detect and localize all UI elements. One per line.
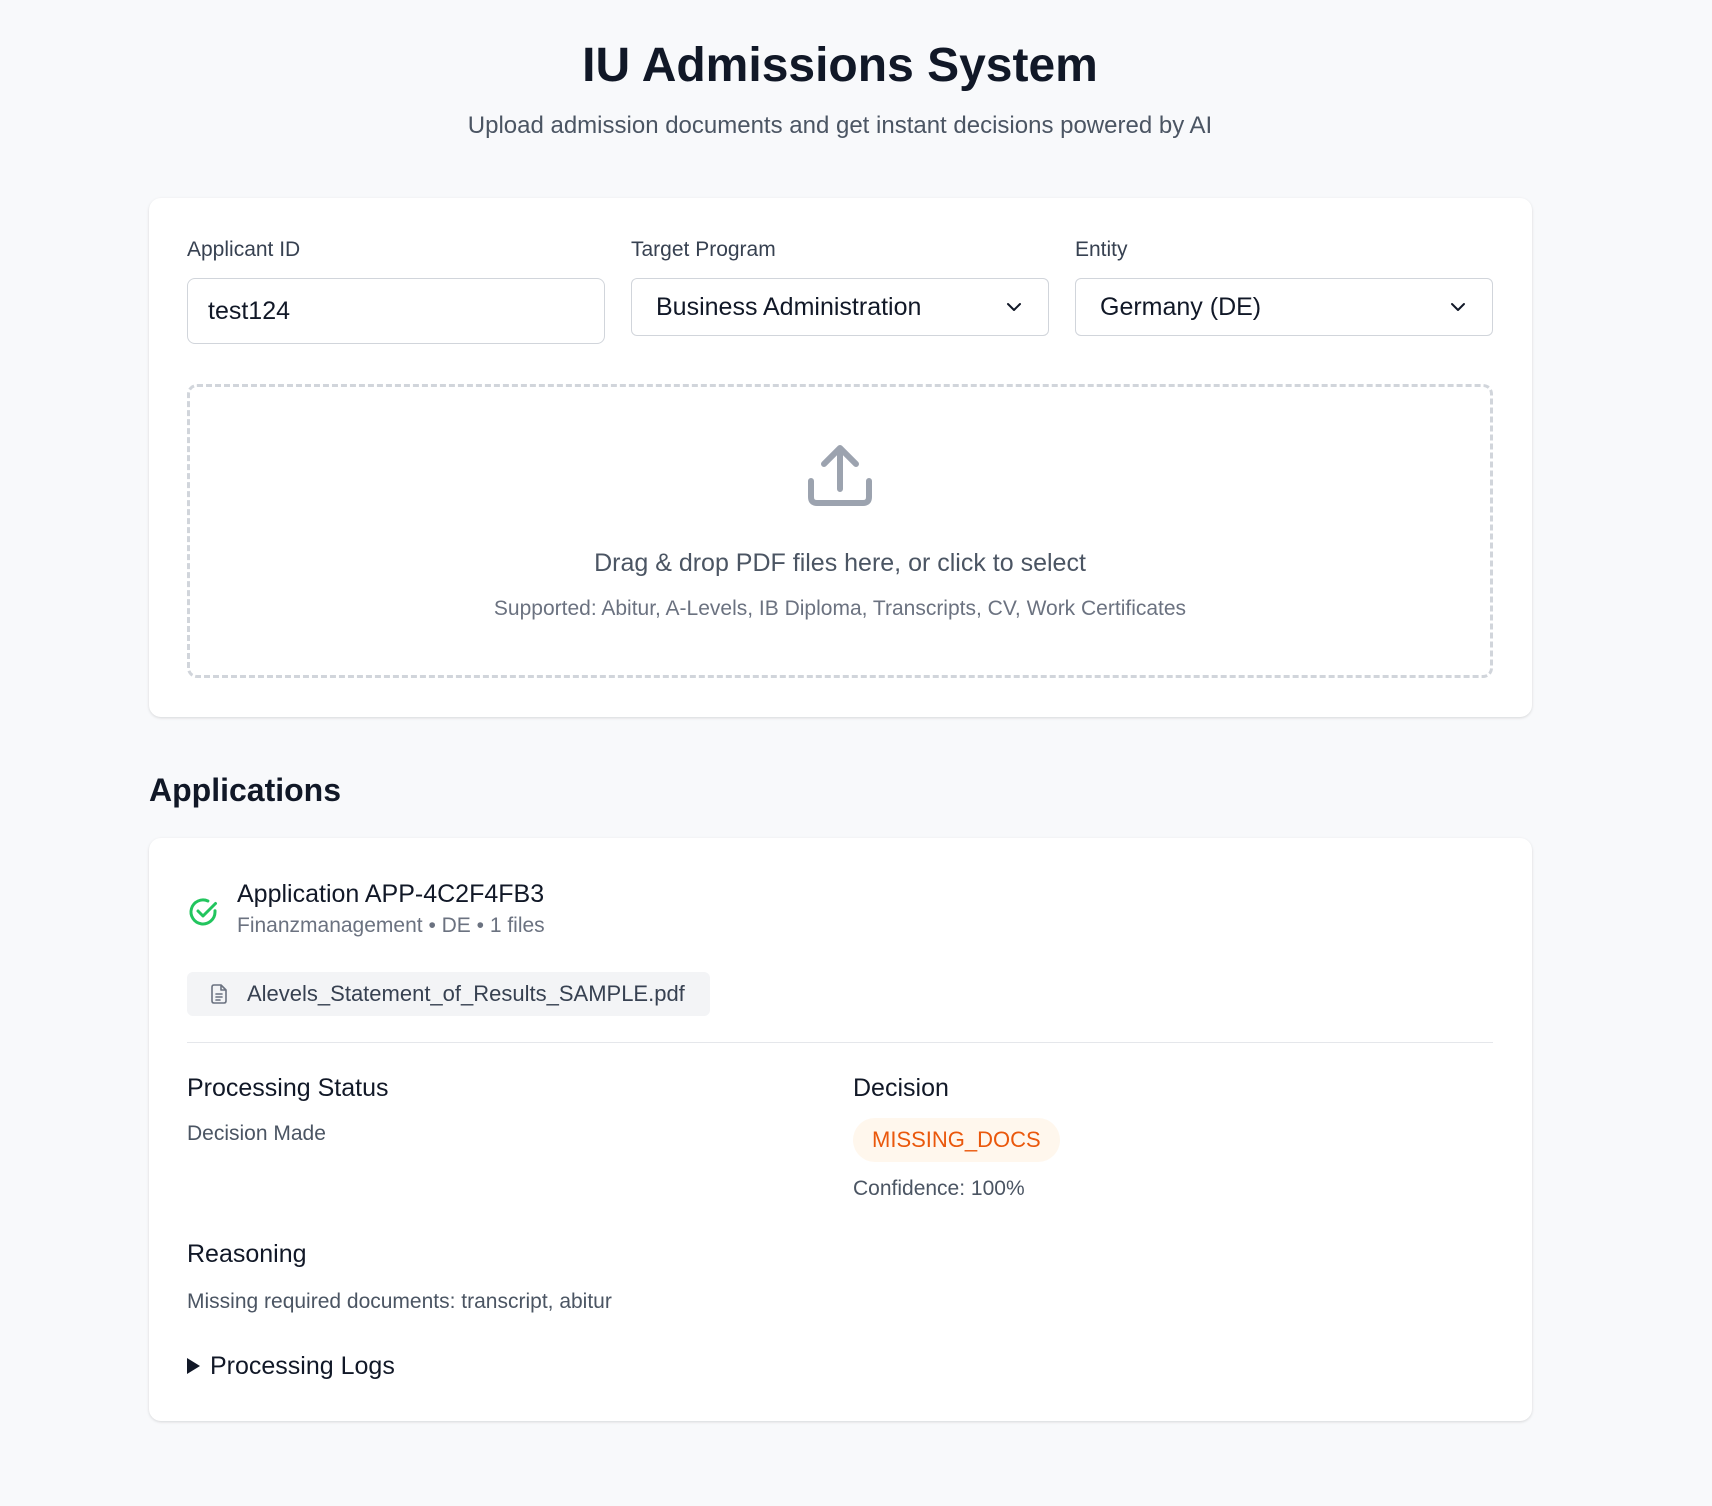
page-subtitle: Upload admission documents and get insta… <box>467 112 1213 139</box>
decision-badge: MISSING_DOCS <box>853 1118 1060 1162</box>
divider <box>187 1042 1493 1043</box>
file-name: Alevels_Statement_of_Results_SAMPLE.pdf <box>247 981 685 1006</box>
page-title: IU Admissions System <box>582 39 1098 92</box>
file-chip[interactable]: Alevels_Statement_of_Results_SAMPLE.pdf <box>187 972 710 1016</box>
entity-select[interactable]: Germany (DE) <box>1075 278 1493 336</box>
application-title: Application APP-4C2F4FB3 <box>237 880 545 908</box>
decision-label: Decision <box>853 1074 949 1102</box>
processing-status-value: Decision Made <box>187 1122 326 1145</box>
chevron-down-icon <box>1007 303 1021 311</box>
entity-label: Entity <box>1075 238 1128 261</box>
form-fields: Applicant ID test124 Target Program Busi… <box>187 236 1493 344</box>
dropzone-title: Drag & drop PDF files here, or click to … <box>594 549 1086 577</box>
check-circle-icon <box>189 898 217 926</box>
target-program-field: Target Program Business Administration <box>631 236 1049 344</box>
reasoning-block: Reasoning Missing required documents: tr… <box>187 1238 612 1316</box>
processing-logs-label: Processing Logs <box>210 1352 395 1380</box>
target-program-select[interactable]: Business Administration <box>631 278 1049 336</box>
application-heading: Application APP-4C2F4FB3 Finanzmanagemen… <box>237 878 545 940</box>
applications-heading: Applications <box>149 772 342 808</box>
target-program-label: Target Program <box>631 238 776 261</box>
target-program-value: Business Administration <box>656 292 922 321</box>
upload-card: Applicant ID test124 Target Program Busi… <box>149 198 1532 717</box>
entity-value: Germany (DE) <box>1100 292 1262 321</box>
application-card: Application APP-4C2F4FB3 Finanzmanagemen… <box>149 838 1532 1421</box>
applicant-id-value: test124 <box>208 296 291 325</box>
applicant-id-label: Applicant ID <box>187 238 301 261</box>
upload-icon <box>808 445 872 506</box>
applicant-id-field: Applicant ID test124 <box>187 236 605 344</box>
processing-logs-toggle[interactable]: Processing Logs <box>187 1350 395 1382</box>
decision-block: Decision MISSING_DOCS Confidence: 100% <box>853 1072 1060 1203</box>
chevron-down-icon <box>1451 303 1465 311</box>
page: IU Admissions System Upload admission do… <box>0 0 1712 1506</box>
document-icon <box>211 984 227 1004</box>
file-dropzone[interactable]: Drag & drop PDF files here, or click to … <box>187 384 1493 678</box>
processing-status-block: Processing Status Decision Made <box>187 1072 389 1148</box>
dropzone-subtitle: Supported: Abitur, A-Levels, IB Diploma,… <box>493 597 1187 620</box>
application-meta: Finanzmanagement • DE • 1 files <box>237 914 545 937</box>
applicant-id-input[interactable]: test124 <box>187 278 605 344</box>
application-header: Application APP-4C2F4FB3 Finanzmanagemen… <box>187 878 545 940</box>
confidence-text: Confidence: 100% <box>853 1177 1025 1200</box>
caret-right-icon <box>187 1358 200 1374</box>
entity-field: Entity Germany (DE) <box>1075 236 1493 344</box>
processing-status-label: Processing Status <box>187 1074 389 1102</box>
reasoning-label: Reasoning <box>187 1240 307 1268</box>
page-header: IU Admissions System Upload admission do… <box>0 0 1712 142</box>
reasoning-value: Missing required documents: transcript, … <box>187 1290 612 1313</box>
